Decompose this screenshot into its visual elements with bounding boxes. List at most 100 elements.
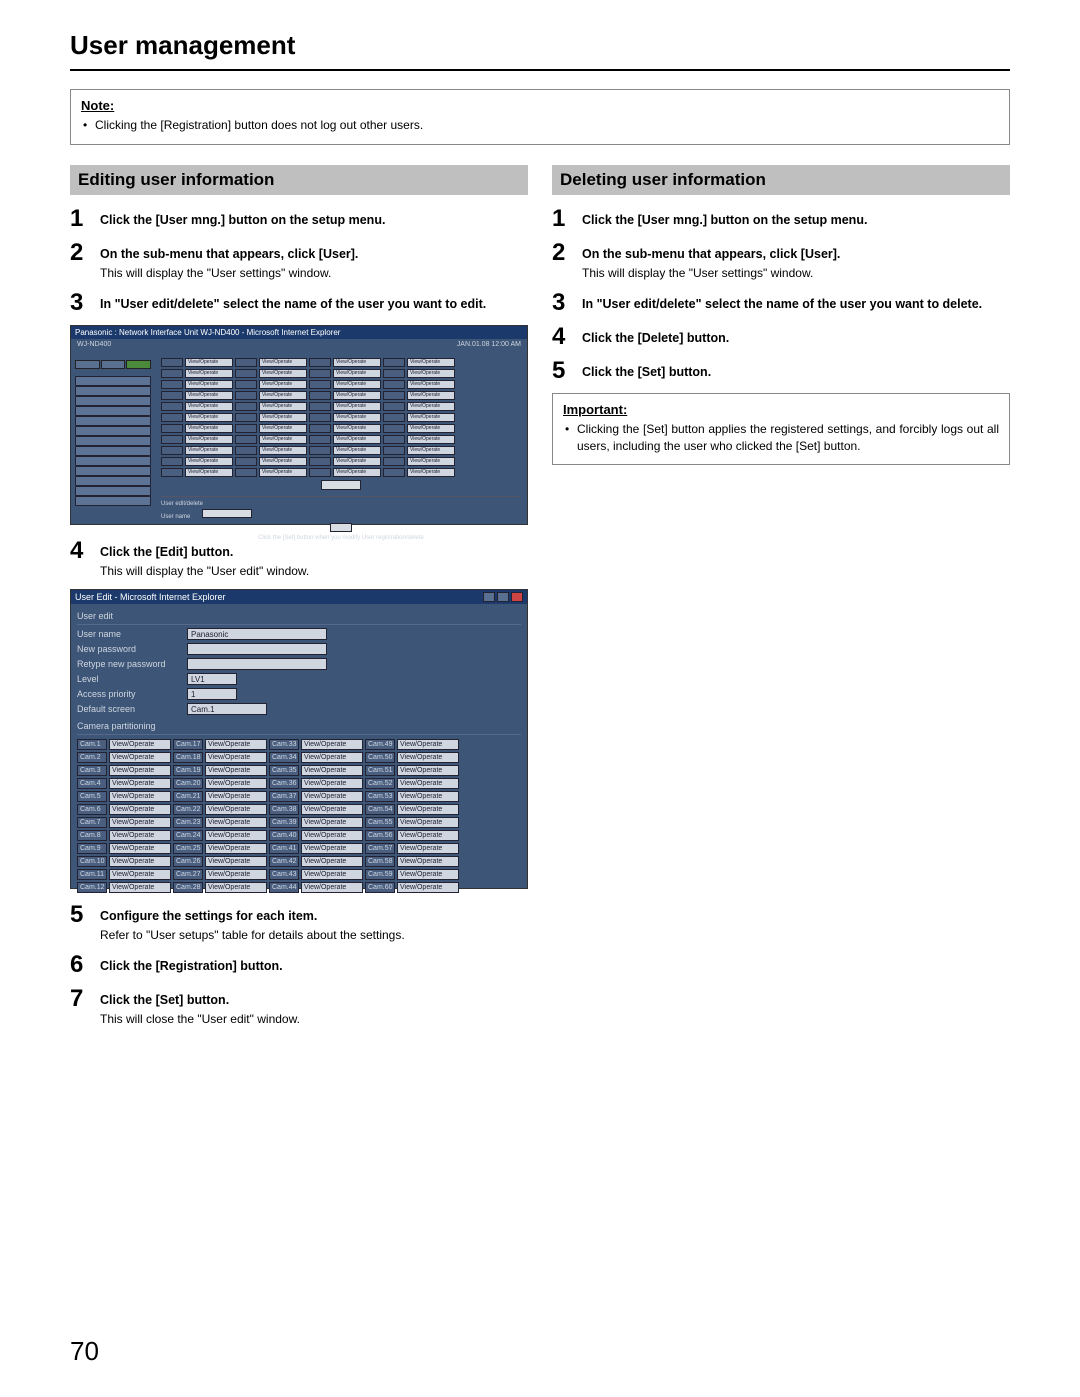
cam-permission-select[interactable]: View/Operate — [185, 435, 233, 444]
sidebar-button[interactable] — [75, 416, 151, 426]
cam-permission-select[interactable]: View/Operate — [109, 778, 171, 789]
cam-permission-select[interactable]: View/Operate — [109, 752, 171, 763]
cam-permission-select[interactable]: View/Operate — [407, 435, 455, 444]
cam-permission-select[interactable]: View/Operate — [333, 391, 381, 400]
sidebar-button[interactable] — [75, 436, 151, 446]
cam-permission-select[interactable]: View/Operate — [109, 739, 171, 750]
sidebar-button[interactable] — [75, 466, 151, 476]
cam-permission-select[interactable]: View/Operate — [333, 413, 381, 422]
cam-permission-select[interactable]: View/Operate — [333, 358, 381, 367]
cam-permission-select[interactable]: View/Operate — [185, 413, 233, 422]
cam-permission-select[interactable]: View/Operate — [185, 369, 233, 378]
cam-permission-select[interactable]: View/Operate — [185, 402, 233, 411]
cam-permission-select[interactable]: View/Operate — [259, 446, 307, 455]
sidebar-button[interactable] — [75, 386, 151, 396]
cam-permission-select[interactable]: View/Operate — [333, 424, 381, 433]
cam-permission-select[interactable]: View/Operate — [407, 402, 455, 411]
cam-permission-select[interactable]: View/Operate — [407, 380, 455, 389]
cam-permission-select[interactable]: View/Operate — [407, 424, 455, 433]
cam-permission-select[interactable]: View/Operate — [301, 739, 363, 750]
sidebar-button[interactable] — [75, 396, 151, 406]
cam-permission-select[interactable]: View/Operate — [185, 391, 233, 400]
cam-permission-select[interactable]: View/Operate — [333, 402, 381, 411]
cam-permission-select[interactable]: View/Operate — [259, 369, 307, 378]
cam-permission-select[interactable]: View/Operate — [407, 391, 455, 400]
cam-permission-select[interactable]: View/Operate — [407, 369, 455, 378]
cam-permission-select[interactable]: View/Operate — [301, 882, 363, 893]
cam-permission-select[interactable]: View/Operate — [185, 446, 233, 455]
sidebar-button[interactable] — [75, 496, 151, 506]
cam-permission-select[interactable]: View/Operate — [301, 830, 363, 841]
cam-permission-select[interactable]: View/Operate — [333, 468, 381, 477]
cam-permission-select[interactable]: View/Operate — [205, 856, 267, 867]
cam-permission-select[interactable]: View/Operate — [259, 391, 307, 400]
cam-permission-select[interactable]: View/Operate — [407, 358, 455, 367]
cam-permission-select[interactable]: View/Operate — [259, 358, 307, 367]
cam-permission-select[interactable]: View/Operate — [259, 468, 307, 477]
cam-permission-select[interactable]: View/Operate — [205, 843, 267, 854]
maximize-icon[interactable] — [497, 592, 509, 602]
tab-setup[interactable] — [126, 360, 151, 369]
cam-permission-select[interactable]: View/Operate — [205, 817, 267, 828]
cam-permission-select[interactable]: View/Operate — [259, 413, 307, 422]
cam-permission-select[interactable]: View/Operate — [333, 457, 381, 466]
cam-permission-select[interactable]: View/Operate — [205, 791, 267, 802]
cam-permission-select[interactable]: View/Operate — [109, 843, 171, 854]
cam-permission-select[interactable]: View/Operate — [205, 752, 267, 763]
sidebar-button[interactable] — [75, 486, 151, 496]
cam-permission-select[interactable]: View/Operate — [301, 843, 363, 854]
cam-permission-select[interactable]: View/Operate — [109, 856, 171, 867]
retype-password-input[interactable] — [187, 658, 327, 670]
cam-permission-select[interactable]: View/Operate — [109, 765, 171, 776]
cam-permission-select[interactable]: View/Operate — [109, 817, 171, 828]
cam-permission-select[interactable]: View/Operate — [333, 446, 381, 455]
cam-permission-select[interactable]: View/Operate — [259, 402, 307, 411]
cam-permission-select[interactable]: View/Operate — [109, 804, 171, 815]
sidebar-button[interactable] — [75, 476, 151, 486]
cam-permission-select[interactable]: View/Operate — [407, 468, 455, 477]
cam-permission-select[interactable]: View/Operate — [397, 817, 459, 828]
sidebar-button[interactable] — [75, 456, 151, 466]
cam-permission-select[interactable]: View/Operate — [109, 869, 171, 880]
set-button[interactable] — [330, 523, 352, 532]
cam-permission-select[interactable]: View/Operate — [259, 435, 307, 444]
cam-permission-select[interactable]: View/Operate — [397, 739, 459, 750]
cam-permission-select[interactable]: View/Operate — [205, 804, 267, 815]
cam-permission-select[interactable]: View/Operate — [185, 424, 233, 433]
priority-select[interactable]: 1 — [187, 688, 237, 700]
tab-cam[interactable] — [101, 360, 126, 369]
registration-button[interactable] — [321, 480, 361, 490]
cam-permission-select[interactable]: View/Operate — [407, 413, 455, 422]
level-select[interactable]: LV1 — [187, 673, 237, 685]
sidebar-button[interactable] — [75, 446, 151, 456]
cam-permission-select[interactable]: View/Operate — [205, 739, 267, 750]
cam-permission-select[interactable]: View/Operate — [397, 791, 459, 802]
tab-control[interactable] — [75, 360, 100, 369]
cam-permission-select[interactable]: View/Operate — [333, 380, 381, 389]
cam-permission-select[interactable]: View/Operate — [205, 830, 267, 841]
cam-permission-select[interactable]: View/Operate — [301, 765, 363, 776]
cam-permission-select[interactable]: View/Operate — [397, 869, 459, 880]
cam-permission-select[interactable]: View/Operate — [397, 804, 459, 815]
cam-permission-select[interactable]: View/Operate — [407, 457, 455, 466]
cam-permission-select[interactable]: View/Operate — [205, 765, 267, 776]
cam-permission-select[interactable]: View/Operate — [109, 882, 171, 893]
sidebar-button[interactable] — [75, 376, 151, 386]
cam-permission-select[interactable]: View/Operate — [205, 778, 267, 789]
cam-permission-select[interactable]: View/Operate — [301, 752, 363, 763]
sidebar-button[interactable] — [75, 426, 151, 436]
minimize-icon[interactable] — [483, 592, 495, 602]
cam-permission-select[interactable]: View/Operate — [397, 843, 459, 854]
cam-permission-select[interactable]: View/Operate — [205, 882, 267, 893]
cam-permission-select[interactable]: View/Operate — [407, 446, 455, 455]
default-screen-select[interactable]: Cam.1 — [187, 703, 267, 715]
cam-permission-select[interactable]: View/Operate — [301, 869, 363, 880]
cam-permission-select[interactable]: View/Operate — [259, 457, 307, 466]
cam-permission-select[interactable]: View/Operate — [205, 869, 267, 880]
cam-permission-select[interactable]: View/Operate — [109, 830, 171, 841]
cam-permission-select[interactable]: View/Operate — [185, 380, 233, 389]
cam-permission-select[interactable]: View/Operate — [397, 778, 459, 789]
cam-permission-select[interactable]: View/Operate — [333, 435, 381, 444]
cam-permission-select[interactable]: View/Operate — [301, 778, 363, 789]
cam-permission-select[interactable]: View/Operate — [259, 380, 307, 389]
